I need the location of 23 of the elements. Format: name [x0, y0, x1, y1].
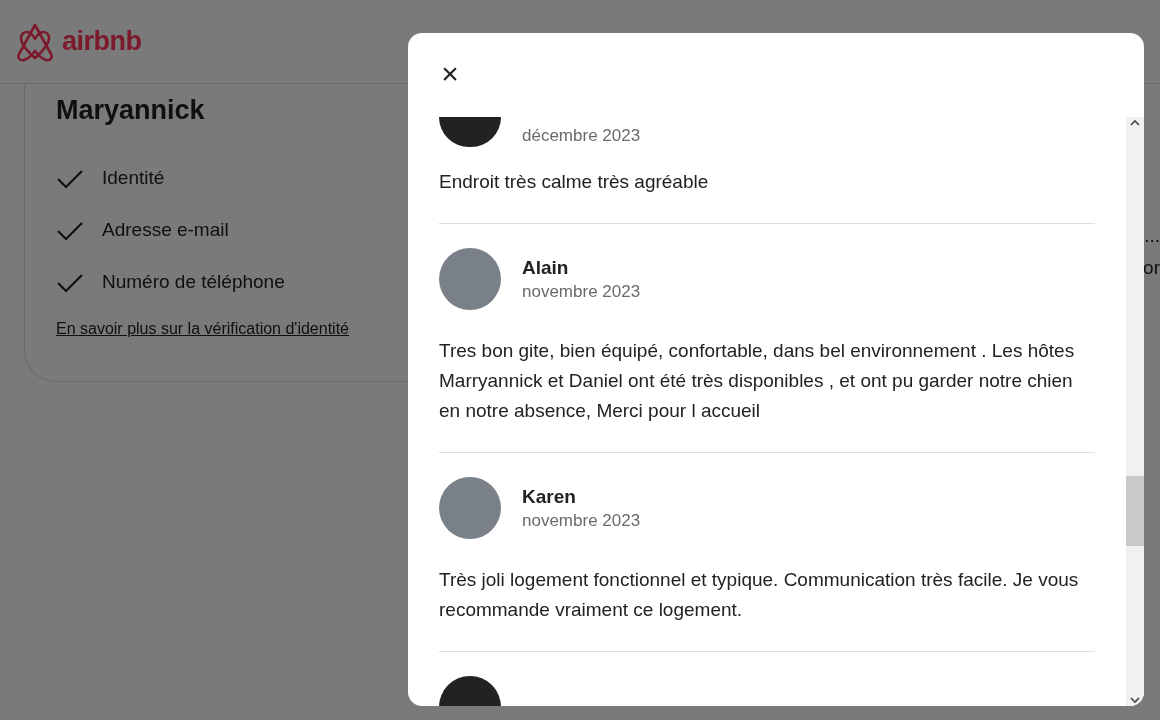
scroll-down-icon[interactable] — [1130, 696, 1140, 704]
page-text: ... — [1144, 224, 1160, 248]
verification-label: Numéro de téléphone — [102, 270, 285, 295]
review-date: décembre 2023 — [522, 125, 641, 147]
scrollbar-thumb[interactable] — [1126, 476, 1144, 546]
avatar-placeholder — [439, 117, 501, 147]
brand-name[interactable]: airbnb — [62, 21, 142, 62]
reviewer-name: Alain — [522, 256, 570, 280]
verification-label: Adresse e-mail — [102, 218, 229, 243]
scroll-up-icon[interactable] — [1130, 119, 1140, 127]
scrollbar[interactable] — [1126, 117, 1144, 706]
review-date: novembre 2023 — [522, 281, 641, 303]
reviewer-name: Karen — [522, 485, 577, 509]
review-text: Très joli logement fonctionnel et typique. Communication très facile. Je vous recommande vraiment ce logement. — [439, 568, 1080, 622]
review-text: Endroit très calme très agréable — [439, 170, 710, 194]
close-button[interactable]: × — [438, 59, 462, 89]
host-name: Maryannick — [56, 94, 206, 127]
review-text: Tres bon gite, bien équipé, confortable, dans bel environnement . Les hôtes Marryannick et Daniel ont été très disponibles , et ont pu garder notre chien en notre absence, Merci pour l accueil — [439, 339, 1076, 423]
identity-verification-link[interactable]: En savoir plus sur la vérification d'identité — [56, 316, 349, 341]
review-date: novembre 2023 — [522, 510, 641, 532]
page-text: or — [1143, 256, 1160, 280]
logo-icon — [16, 21, 54, 62]
verification-label: Identité — [102, 166, 165, 191]
